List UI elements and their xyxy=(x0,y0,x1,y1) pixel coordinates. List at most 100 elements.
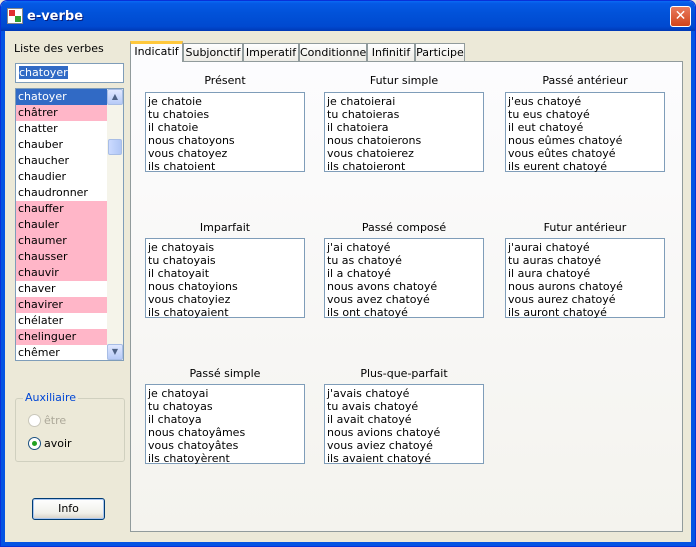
verb-list-item[interactable]: chaumer xyxy=(16,233,107,249)
conjugation-line: nous eûmes chatoyé xyxy=(508,134,623,147)
tense-box-imparfait[interactable]: je chatoyais tu chatoyais il chatoyait nous… xyxy=(145,238,305,319)
conjugation-line: ils avaient chatoyé xyxy=(327,452,432,465)
tab-imperatif[interactable]: Imperatif xyxy=(243,43,299,61)
conjugation-line: il avait chatoyé xyxy=(327,413,412,426)
conjugation-line: il aura chatoyé xyxy=(508,267,591,280)
verb-list-item[interactable]: chatter xyxy=(16,121,107,137)
verb-list-item[interactable]: châtrer xyxy=(16,105,107,121)
conjugation-line: vous aviez chatoyé xyxy=(327,439,433,452)
verb-list-item[interactable]: chaudronner xyxy=(16,185,107,201)
tense-title-passe-anterieur: Passé antérieur xyxy=(542,74,628,87)
conjugation-line: tu chatoieras xyxy=(327,108,400,121)
conjugation-line: ils auront chatoyé xyxy=(508,306,607,319)
conjugation-line: j'aurai chatoyé xyxy=(508,241,590,254)
conjugation-line: tu eus chatoyé xyxy=(508,108,590,121)
tab-participe[interactable]: Participe xyxy=(415,43,465,61)
conjugation-line: tu as chatoyé xyxy=(327,254,402,267)
conjugation-line: je chatoyai xyxy=(148,387,209,400)
verb-search-input[interactable]: chatoyer xyxy=(15,63,124,83)
conjugation-line: ils chatoyaient xyxy=(148,306,229,319)
verb-list-scrollbar[interactable]: ▲ ▼ xyxy=(107,89,123,360)
verb-list-item[interactable]: chelinguer xyxy=(16,329,107,345)
tense-title-passe-compose: Passé composé xyxy=(361,221,447,234)
radio-etre-label: être xyxy=(44,414,67,427)
auxiliaire-title: Auxiliaire xyxy=(23,391,79,404)
conjugation-line: nous chatoyions xyxy=(148,280,238,293)
tense-box-passe-anterieur[interactable]: j'eus chatoyé tu eus chatoyé il eut chatoy… xyxy=(505,92,665,173)
conjugation-line: je chatoyais xyxy=(148,241,215,254)
conjugation-line: nous avons chatoyé xyxy=(327,280,438,293)
scroll-thumb[interactable] xyxy=(108,139,122,155)
tense-box-present[interactable]: je chatoie tu chatoies il chatoie nous chat… xyxy=(145,92,305,173)
conjugation-line: je chatoie xyxy=(148,95,202,108)
tense-box-passe-compose[interactable]: j'ai chatoyé tu as chatoyé il a chatoyé nou… xyxy=(324,238,484,319)
conjugation-line: vous eûtes chatoyé xyxy=(508,147,616,160)
conjugation-line: il chatoiera xyxy=(327,121,389,134)
info-button[interactable]: Info xyxy=(32,498,105,520)
verb-list-item[interactable]: chaucher xyxy=(16,153,107,169)
tab-conditionnel[interactable]: Conditionnel xyxy=(299,43,369,61)
verb-list-item[interactable]: chauvir xyxy=(16,265,107,281)
radio-avoir-label: avoir xyxy=(44,437,72,450)
conjugation-line: tu auras chatoyé xyxy=(508,254,602,267)
conjugation-line: j'avais chatoyé xyxy=(327,387,410,400)
verb-input-value: chatoyer xyxy=(19,66,68,79)
conjugation-line: vous chatoyiez xyxy=(148,293,231,306)
conjugation-line: tu chatoyas xyxy=(148,400,213,413)
tense-box-futur-anterieur[interactable]: j'aurai chatoyé tu auras chatoyé il aura c… xyxy=(505,238,665,319)
tab-infinitif[interactable]: Infinitif xyxy=(367,43,415,61)
conjugation-line: tu avais chatoyé xyxy=(327,400,419,413)
tense-box-passe-simple[interactable]: je chatoyai tu chatoyas il chatoya nous cha… xyxy=(145,384,305,465)
window-frame-left xyxy=(1,31,5,546)
scroll-up-button[interactable]: ▲ xyxy=(107,89,123,105)
conjugation-line: il chatoie xyxy=(148,121,199,134)
verb-list-item[interactable]: chélater xyxy=(16,313,107,329)
verb-list-item[interactable]: chausser xyxy=(16,249,107,265)
verb-list-label: Liste des verbes xyxy=(14,42,104,55)
conjugation-line: vous aurez chatoyé xyxy=(508,293,616,306)
verb-list-item[interactable]: chatoyer xyxy=(16,89,107,105)
tense-box-futur-simple[interactable]: je chatoierai tu chatoieras il chatoiera no… xyxy=(324,92,484,173)
radio-etre[interactable] xyxy=(28,414,41,427)
verb-list-item[interactable]: chauler xyxy=(16,217,107,233)
tense-box-plus-que-parfait[interactable]: j'avais chatoyé tu avais chatoyé il avait … xyxy=(324,384,484,465)
conjugation-line: nous aurons chatoyé xyxy=(508,280,623,293)
conjugation-line: ils ont chatoyé xyxy=(327,306,408,319)
verb-list-item[interactable]: chauber xyxy=(16,137,107,153)
conjugation-line: nous chatoierons xyxy=(327,134,422,147)
verb-list-item[interactable]: chaudier xyxy=(16,169,107,185)
conjugation-line: il chatoya xyxy=(148,413,202,426)
close-button[interactable]: ✕ xyxy=(670,6,691,27)
verb-list[interactable]: chatoyer châtrer chatter chauber chaucher cha… xyxy=(15,88,124,361)
tab-indicatif[interactable]: Indicatif xyxy=(130,41,183,62)
conjugation-line: nous avions chatoyé xyxy=(327,426,441,439)
verb-list-items: chatoyer châtrer chatter chauber chaucher cha… xyxy=(16,89,107,360)
tense-title-present: Présent xyxy=(204,74,246,87)
title-bar[interactable]: e-verbe ✕ xyxy=(1,1,695,31)
scroll-down-button[interactable]: ▼ xyxy=(107,344,123,360)
app-window: e-verbe ✕ Liste des verbes chatoyer chat… xyxy=(0,0,696,547)
conjugation-line: je chatoierai xyxy=(327,95,396,108)
conjugation-line: ils chatoient xyxy=(148,160,216,173)
conjugation-line: il eut chatoyé xyxy=(508,121,584,134)
verb-list-item[interactable]: chaver xyxy=(16,281,107,297)
conjugation-line: tu chatoyais xyxy=(148,254,216,267)
tab-subjonctif[interactable]: Subjonctif xyxy=(183,43,243,61)
radio-avoir[interactable] xyxy=(28,437,41,450)
conjugation-line: j'eus chatoyé xyxy=(508,95,582,108)
conjugation-line: il chatoyait xyxy=(148,267,210,280)
conjugation-line: nous chatoyâmes xyxy=(148,426,246,439)
conjugation-line: vous avez chatoyé xyxy=(327,293,430,306)
verb-list-item[interactable]: chauffer xyxy=(16,201,107,217)
verb-list-item[interactable]: chavirer xyxy=(16,297,107,313)
tense-title-futur-simple: Futur simple xyxy=(369,74,439,87)
auxiliaire-group xyxy=(15,398,125,462)
tense-title-plus-que-parfait: Plus-que-parfait xyxy=(360,367,448,380)
conjugation-line: ils chatoieront xyxy=(327,160,406,173)
window-frame-bottom xyxy=(1,542,695,546)
conjugation-line: vous chatoyez xyxy=(148,147,228,160)
verb-list-item[interactable]: chêmer xyxy=(16,345,107,360)
conjugation-line: tu chatoies xyxy=(148,108,210,121)
conjugation-line: ils eurent chatoyé xyxy=(508,160,607,173)
conjugation-line: j'ai chatoyé xyxy=(327,241,391,254)
